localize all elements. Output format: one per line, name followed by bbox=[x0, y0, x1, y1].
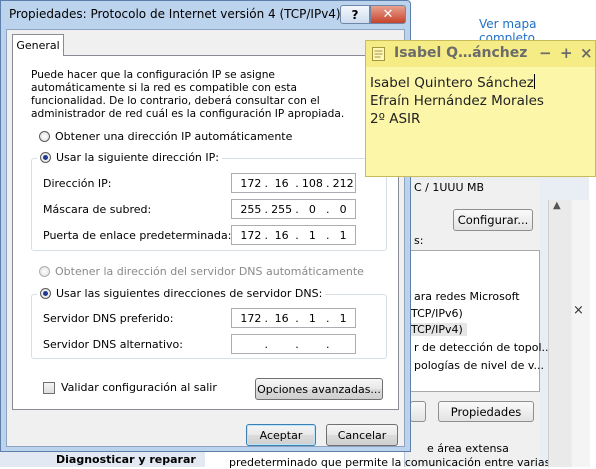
description-text: Puede hacer que la configuración IP se a… bbox=[31, 69, 345, 120]
validate-option[interactable]: Validar configuración al salir bbox=[43, 381, 217, 394]
sticky-title: Isabel Q…ánchez bbox=[394, 45, 528, 61]
install-button[interactable] bbox=[410, 401, 426, 422]
ip-auto-radio[interactable] bbox=[39, 131, 50, 142]
close-button[interactable]: ✕ bbox=[370, 5, 406, 24]
dns-auto-option[interactable]: Obtener la dirección del servidor DNS au… bbox=[39, 265, 364, 278]
gateway-label: Puerta de enlace predeterminada: bbox=[43, 229, 232, 242]
help-button[interactable]: ? bbox=[340, 5, 370, 24]
dns-auto-radio[interactable] bbox=[39, 266, 50, 277]
scroll-up-icon[interactable]: ▲ bbox=[553, 200, 561, 211]
properties-button[interactable]: Propiedades bbox=[438, 401, 534, 422]
gateway-field[interactable]: 172. 16. 1. 1 bbox=[231, 225, 356, 245]
list-item[interactable]: TCP/IPv4) bbox=[411, 323, 467, 336]
sticky-content[interactable]: Isabel Quintero Sánchez Efraín Hernández… bbox=[370, 74, 544, 128]
dns-manual-option[interactable]: Usar las siguientes direcciones de servi… bbox=[37, 287, 326, 300]
close-note-icon[interactable]: × bbox=[580, 44, 593, 62]
alternate-dns-field[interactable]: . . . bbox=[231, 334, 356, 354]
sticky-line: Efraín Hernández Morales bbox=[370, 93, 544, 109]
text-caret bbox=[533, 74, 535, 89]
note-icon bbox=[372, 47, 385, 61]
dns-auto-label: Obtener la dirección del servidor DNS au… bbox=[55, 265, 364, 278]
configure-button[interactable]: Configurar... bbox=[453, 209, 533, 231]
bg-left-text[interactable]: Diagnosticar y reparar bbox=[56, 453, 196, 466]
ip-manual-label: Usar la siguiente dirección IP: bbox=[56, 151, 219, 164]
bg-partial-line: s: bbox=[414, 234, 424, 247]
validate-checkbox[interactable] bbox=[43, 381, 55, 394]
bg-partial-line: C / 1UUU MB bbox=[414, 181, 485, 194]
ip-manual-option[interactable]: Usar la siguiente dirección IP: bbox=[37, 151, 222, 164]
scrollbar-secondary[interactable] bbox=[572, 200, 590, 467]
dns-manual-label: Usar las siguientes direcciones de servi… bbox=[56, 287, 323, 300]
minimize-icon[interactable]: − bbox=[539, 44, 552, 62]
subnet-mask-label: Máscara de subred: bbox=[43, 203, 152, 216]
ip-auto-option[interactable]: Obtener una dirección IP automáticamente bbox=[39, 130, 292, 143]
sticky-note[interactable]: Isabel Q…ánchez − + × Isabel Quintero Sá… bbox=[365, 40, 596, 177]
list-item[interactable]: ara redes Microsoft bbox=[414, 290, 520, 303]
list-item[interactable]: pologías de nivel de v... bbox=[414, 359, 544, 372]
ip-auto-label: Obtener una dirección IP automáticamente bbox=[55, 130, 293, 143]
tab-general[interactable]: General bbox=[12, 34, 64, 56]
sticky-line: Isabel Quintero Sánchez bbox=[370, 74, 535, 91]
ip-address-label: Dirección IP: bbox=[43, 177, 112, 190]
advanced-options-button[interactable]: Opciones avanzadas... bbox=[255, 378, 383, 400]
sticky-line: 2º ASIR bbox=[370, 111, 421, 127]
close-icon[interactable]: × bbox=[573, 303, 584, 318]
bg-description-line: predeterminado que permite la comunicaci… bbox=[229, 456, 551, 469]
bg-description-line: e área extensa bbox=[427, 442, 509, 455]
dialog-title: Propiedades: Protocolo de Internet versi… bbox=[9, 7, 341, 21]
validate-label: Validar configuración al salir bbox=[61, 381, 217, 394]
scrollbar[interactable] bbox=[548, 200, 571, 467]
list-item[interactable]: TCP/IPv6) bbox=[411, 307, 463, 320]
preferred-dns-field[interactable]: 172. 16. 1. 1 bbox=[231, 308, 356, 328]
preferred-dns-label: Servidor DNS preferido: bbox=[43, 312, 174, 325]
cancel-button[interactable]: Cancelar bbox=[326, 424, 398, 446]
dns-manual-radio[interactable] bbox=[40, 288, 51, 299]
ip-address-field[interactable]: 172. 16. 108. 212 bbox=[231, 173, 356, 193]
alternate-dns-label: Servidor DNS alternativo: bbox=[43, 338, 183, 351]
accept-button[interactable]: Aceptar bbox=[246, 424, 316, 446]
ip-manual-radio[interactable] bbox=[40, 152, 51, 163]
subnet-mask-field[interactable]: 255. 255. 0. 0 bbox=[231, 199, 356, 219]
add-note-icon[interactable]: + bbox=[560, 44, 573, 62]
list-item[interactable]: r de detección de topol... bbox=[414, 341, 552, 354]
